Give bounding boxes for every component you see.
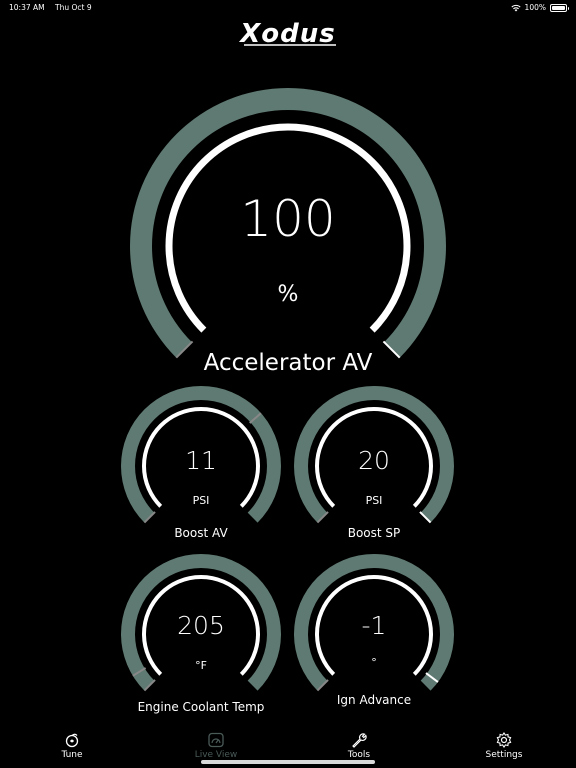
- gear-icon: [496, 732, 512, 748]
- xodus-logo: Xodus: [0, 12, 576, 52]
- gauge-label: Boost SP: [347, 526, 401, 540]
- gauge-unit: °F: [195, 659, 207, 672]
- status-date: Thu Oct 9: [55, 3, 92, 12]
- tab-label: Tune: [61, 750, 83, 760]
- gauge-value: 205: [177, 611, 225, 640]
- boost-sp-gauge: 20 PSI Boost SP: [294, 386, 454, 540]
- tab-tune[interactable]: Tune: [27, 732, 117, 760]
- wrench-icon: [352, 733, 367, 748]
- wifi-icon: [510, 4, 521, 11]
- gauge-value: -1: [361, 611, 387, 640]
- gauge-label: Ign Advance: [336, 693, 412, 707]
- gauge-value: 20: [358, 446, 390, 475]
- tab-label: Live View: [194, 750, 238, 760]
- accelerator-gauge: 100 % Accelerator AV: [130, 88, 446, 376]
- gauge-unit: %: [277, 282, 299, 307]
- tab-settings[interactable]: Settings: [459, 732, 549, 760]
- gauge-label: Accelerator AV: [203, 350, 373, 376]
- gauge-value: 11: [185, 446, 217, 475]
- gauge-unit: PSI: [365, 494, 383, 507]
- tab-live-view[interactable]: Live View: [171, 732, 261, 760]
- boost-av-gauge: 11 PSI Boost AV: [121, 386, 282, 540]
- ign-advance-gauge: -1 ° Ign Advance: [294, 554, 454, 707]
- status-time: 10:37 AM: [9, 3, 45, 12]
- gauge-value: 100: [240, 190, 336, 248]
- tab-label: Settings: [485, 750, 523, 760]
- tab-label: Tools: [347, 750, 371, 760]
- tab-tools[interactable]: Tools: [314, 732, 404, 760]
- battery-icon: [550, 3, 569, 12]
- gauge-icon: [208, 732, 224, 748]
- gauge-unit: PSI: [192, 494, 210, 507]
- home-indicator: [201, 760, 375, 764]
- turbo-icon: [65, 733, 79, 748]
- coolant-gauge: 205 °F Engine Coolant Temp: [121, 554, 282, 714]
- gauge-unit: °: [371, 656, 377, 669]
- battery-percent: 100%: [524, 3, 546, 12]
